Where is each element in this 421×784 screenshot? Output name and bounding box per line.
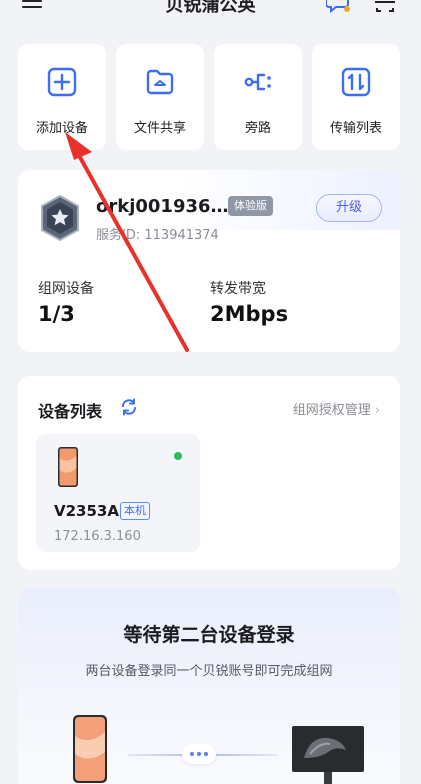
- auth-management-label: 组网授权管理: [292, 403, 371, 418]
- chevron-right-icon: ›: [374, 403, 380, 418]
- account-card[interactable]: orkj001936… 体验版 服务ID: 113941374 升级 组网设备 …: [18, 170, 400, 352]
- phone-illustration-icon: [73, 715, 107, 783]
- account-name: orkj001936…: [96, 196, 229, 217]
- service-id: 服务ID: 113941374: [96, 224, 219, 243]
- phone-thumbnail-icon: [58, 447, 78, 487]
- device-list-card: 设备列表 组网授权管理 › V2353A 本机 172.16.3.160: [18, 376, 400, 570]
- stat-bandwidth-value: 2Mbps: [210, 302, 289, 326]
- quick-file-share-button[interactable]: 文件共享: [116, 44, 204, 150]
- waiting-card: 等待第二台设备登录 两台设备登录同一个贝锐账号即可完成组网: [18, 588, 400, 784]
- waiting-title: 等待第二台设备登录: [123, 624, 295, 646]
- quick-bypass-label: 旁路: [244, 121, 271, 136]
- account-badge-icon: [41, 194, 79, 242]
- stat-devices-label: 组网设备: [38, 281, 94, 297]
- folder-share-icon: [146, 69, 174, 95]
- monitor-illustration-icon: [292, 726, 364, 784]
- quick-add-device-button[interactable]: 添加设备: [18, 44, 106, 150]
- upgrade-button[interactable]: 升级: [316, 194, 382, 222]
- device-name: V2353A: [54, 502, 119, 520]
- quick-bypass-button[interactable]: 旁路: [214, 44, 302, 150]
- stat-devices-value: 1/3: [38, 302, 75, 326]
- add-device-icon: [47, 67, 77, 97]
- device-list-title: 设备列表: [38, 402, 103, 421]
- device-ip: 172.16.3.160: [54, 529, 141, 544]
- online-status-dot: [174, 452, 182, 460]
- device-tile[interactable]: V2353A 本机 172.16.3.160: [36, 434, 200, 552]
- quick-transfer-list-label: 传输列表: [329, 121, 382, 136]
- page-title: 贝锐蒲公英: [165, 0, 256, 16]
- quick-add-device-label: 添加设备: [35, 121, 88, 136]
- scan-icon[interactable]: [372, 0, 398, 14]
- service-id-label: 服务ID:: [96, 228, 141, 243]
- quick-file-share-label: 文件共享: [133, 121, 186, 136]
- connecting-dots-icon: [182, 744, 216, 764]
- chat-icon[interactable]: [326, 0, 352, 14]
- service-id-value: 113941374: [144, 228, 219, 243]
- stat-bandwidth-label: 转发带宽: [210, 281, 266, 297]
- refresh-icon[interactable]: [120, 398, 138, 416]
- local-device-badge: 本机: [120, 502, 150, 520]
- bypass-icon: [244, 73, 271, 91]
- top-bar: 贝锐蒲公英: [0, 0, 421, 26]
- transfer-list-icon: [341, 67, 371, 97]
- quick-transfer-list-button[interactable]: 传输列表: [312, 44, 400, 150]
- trial-badge: 体验版: [228, 196, 273, 216]
- waiting-subtitle: 两台设备登录同一个贝锐账号即可完成组网: [85, 664, 333, 679]
- auth-management-link[interactable]: 组网授权管理 ›: [293, 399, 380, 418]
